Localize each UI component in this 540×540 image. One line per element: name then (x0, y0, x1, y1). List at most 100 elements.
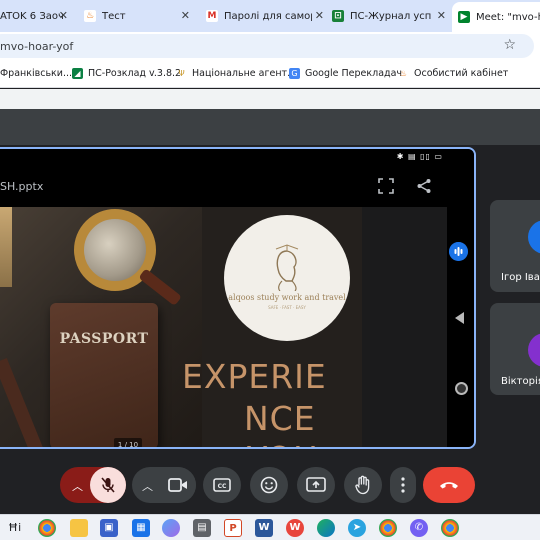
bookmark-frankivsk[interactable]: Франківськи... (0, 68, 72, 79)
calculator-icon[interactable]: ▤ (193, 519, 211, 537)
tab-label: ПС-Журнал успіш (350, 10, 432, 22)
captions-icon: CC (213, 478, 231, 492)
mic-off-icon (101, 477, 115, 493)
bookmark-label: ПС-Розклад v.3.8.2 (88, 68, 182, 79)
bookmark-ps-rozklad[interactable]: ◢ ПС-Розклад v.3.8.2 (72, 68, 181, 79)
taskbar-search-label[interactable]: Ħi (8, 521, 21, 534)
slide-headline-line3: YOU (247, 439, 318, 447)
fullscreen-icon[interactable] (378, 178, 394, 194)
tab-test[interactable]: ♨ Тест ✕ (84, 4, 194, 28)
tab-atok[interactable]: ATOK 6 Заоч ✕ (0, 4, 72, 28)
chrome-icon[interactable] (38, 519, 56, 537)
bookmark-label: Google Перекладач (305, 68, 403, 79)
avatar (528, 220, 540, 254)
flame-logo-icon: ♨ (399, 69, 408, 78)
participant-name: Ігор Іван (501, 272, 540, 283)
address-bar[interactable]: mvo-hoar-yof ☆ (0, 34, 534, 58)
bookmark-national-agency[interactable]: Ψ Національне агент... (176, 68, 296, 79)
chevron-up-icon[interactable]: ︿ (142, 478, 153, 494)
phone-status-bar: ✱ ▤ ▯▯ ▭ (0, 149, 447, 167)
bookmark-google-translate[interactable]: G Google Перекладач (289, 68, 402, 79)
close-icon[interactable]: ✕ (181, 9, 190, 22)
passport-image: PASSPORT (50, 303, 158, 447)
bookmark-label: Особистий кабінет (414, 68, 509, 79)
bookmark-label: Національне агент... (192, 68, 297, 79)
slide: PASSPORT alqoos study work and travel SA… (0, 207, 362, 447)
trident-icon: Ψ (178, 69, 185, 78)
calendar-grid-icon[interactable]: ▦ (132, 519, 150, 537)
green-sheet-icon: ⊡ (332, 10, 344, 22)
svg-text:CC: CC (218, 483, 227, 490)
participant-tile[interactable]: Ігор Іван (490, 200, 540, 292)
close-icon[interactable]: ✕ (315, 9, 324, 22)
camera-toggle-button[interactable] (160, 467, 196, 503)
file-name: SH.pptx (0, 180, 44, 193)
share-icon[interactable] (416, 178, 432, 194)
meet-header (0, 109, 540, 145)
magnifier-handle-image (138, 268, 182, 307)
star-icon[interactable]: ☆ (503, 37, 516, 53)
slide-photo: PASSPORT (0, 207, 202, 447)
slide-headline-line2: NCE (244, 399, 316, 438)
tab-label: Паролі для саморе (224, 10, 312, 22)
edge-icon[interactable] (317, 519, 335, 537)
windows-taskbar: Ħi ▣ ▦ ▤ P W W ➤ ✆ (0, 514, 540, 540)
avatar (528, 333, 540, 367)
file-explorer-icon[interactable] (70, 519, 88, 537)
captions-button[interactable]: CC (203, 467, 241, 503)
slide-counter: 1 / 10 (114, 438, 142, 447)
chevron-up-icon[interactable]: ︿ (72, 478, 83, 494)
raise-hand-button[interactable] (344, 467, 382, 503)
close-icon[interactable]: ✕ (59, 9, 68, 22)
passport-text: PASSPORT (59, 331, 149, 347)
copilot-icon[interactable] (162, 519, 180, 537)
present-screen-button[interactable] (297, 467, 335, 503)
bookmarks-bar: Франківськи... ◢ ПС-Розклад v.3.8.2 Ψ На… (0, 60, 540, 88)
viewer-toolbar: SH.pptx (0, 167, 447, 207)
slide-headline-line1: EXPERIE (182, 357, 327, 396)
flame-logo-icon: ♨ (84, 10, 96, 22)
map-image (0, 207, 12, 287)
meet-window: ✱ ▤ ▯▯ ▭ SH.pptx PASSPORT alqoos study w… (0, 89, 540, 514)
back-triangle-icon[interactable] (455, 312, 464, 324)
address-bar-row: mvo-hoar-yof ☆ (0, 32, 540, 60)
phone-status-icons: ✱ ▤ ▯▯ ▭ (396, 152, 443, 161)
gmail-icon: M (206, 10, 218, 22)
phone-nav-bar (447, 149, 474, 447)
wps-icon[interactable]: W (286, 519, 304, 537)
tab-label: Тест (102, 10, 126, 22)
participant-tile[interactable]: Вікторія (490, 303, 540, 395)
home-circle-icon[interactable] (455, 382, 468, 395)
bookmark-label: Франківськи... (0, 68, 73, 79)
chrome-alt-icon[interactable] (379, 519, 397, 537)
viber-icon[interactable]: ✆ (410, 519, 428, 537)
camera-icon (168, 478, 187, 492)
hand-icon (355, 475, 370, 495)
tab-meet[interactable]: ▶ Meet: "mvo-h (452, 2, 540, 32)
presentation-tile[interactable]: ✱ ▤ ▯▯ ▭ SH.pptx PASSPORT alqoos study w… (0, 147, 476, 449)
emoji-reaction-button[interactable] (250, 467, 288, 503)
browser-tab-strip: ATOK 6 Заоч ✕ ♨ Тест ✕ M Паролі для само… (0, 0, 540, 32)
tab-gmail[interactable]: M Паролі для саморе ✕ (206, 4, 328, 28)
mic-toggle-button[interactable] (90, 467, 126, 503)
word-icon[interactable]: W (255, 519, 273, 537)
logo-subtext: SAFE · FAST · EASY (268, 305, 306, 310)
url-text[interactable]: mvo-hoar-yof (0, 40, 73, 53)
present-screen-icon (306, 477, 326, 492)
camera-control-group: ︿ (132, 467, 196, 503)
leave-call-button[interactable] (423, 467, 475, 503)
audio-level-icon (449, 242, 468, 261)
more-options-button[interactable] (390, 467, 416, 503)
bookmark-personal-cabinet[interactable]: ♨ Особистий кабінет (398, 68, 508, 79)
tab-journal[interactable]: ⊡ ПС-Журнал успіш ✕ (332, 4, 450, 28)
close-icon[interactable]: ✕ (437, 9, 446, 22)
helmet-figure-icon (275, 244, 299, 291)
chrome-active-icon[interactable] (441, 519, 459, 537)
participant-name: Вікторія (501, 376, 540, 387)
powerpoint-icon[interactable]: P (224, 519, 242, 537)
strap-image (0, 358, 45, 447)
save-icon[interactable]: ▣ (100, 519, 118, 537)
telegram-icon[interactable]: ➤ (348, 519, 366, 537)
phone-hangup-icon (440, 482, 458, 489)
mic-control-group: ︿ (60, 467, 126, 503)
